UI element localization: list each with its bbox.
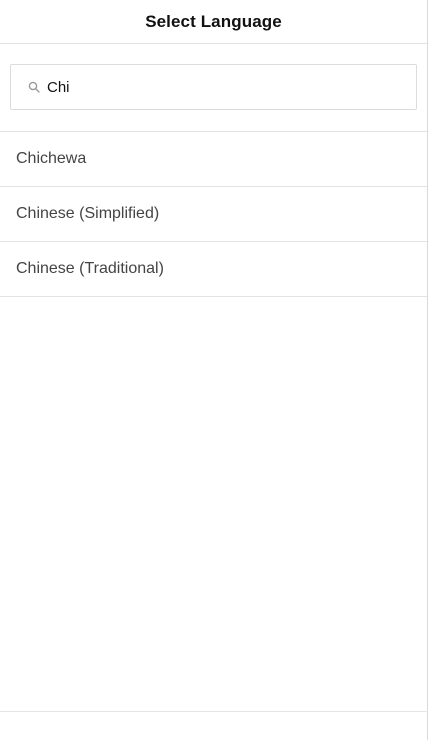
language-list: Chichewa Chinese (Simplified) Chinese (T… [0, 132, 427, 297]
list-item-chinese-simplified[interactable]: Chinese (Simplified) [0, 187, 427, 242]
sheet-bottom-divider [0, 711, 428, 712]
search-input[interactable] [47, 78, 347, 96]
search-section [0, 44, 427, 132]
page-title: Select Language [145, 11, 282, 31]
language-picker-sheet: Select Language Chichewa Chinese (Simpli… [0, 0, 428, 740]
list-item-chinese-traditional[interactable]: Chinese (Traditional) [0, 242, 427, 297]
search-field[interactable] [10, 64, 417, 110]
header: Select Language [0, 0, 427, 44]
list-item-chichewa[interactable]: Chichewa [0, 132, 427, 187]
search-icon [27, 80, 41, 94]
